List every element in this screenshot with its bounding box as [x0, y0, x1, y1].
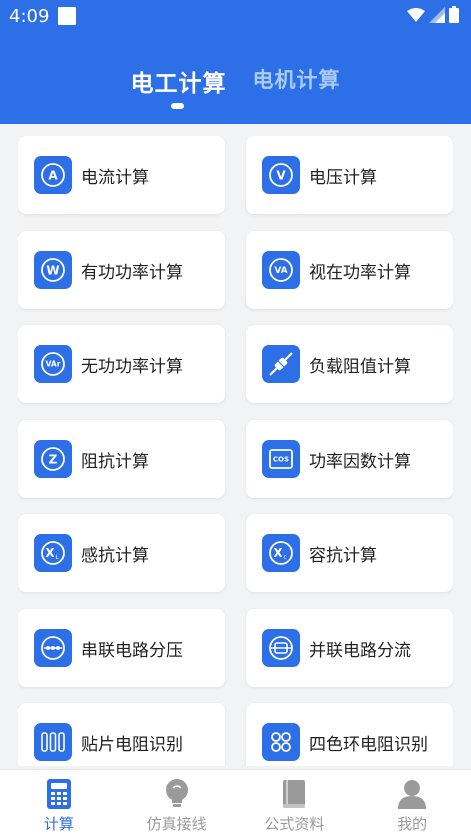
svg-text:W: W — [46, 263, 59, 277]
calc-card[interactable]: Z 阻抗计算 — [18, 420, 225, 498]
status-bar: 4:09 — [0, 0, 471, 34]
var-icon: VAr — [34, 345, 72, 383]
nav-label-simulation: 仿真接线 — [146, 815, 207, 833]
calc-card[interactable]: V 电压计算 — [246, 136, 453, 214]
calc-card-label: 阻抗计算 — [81, 451, 149, 472]
parallel-circuit-icon — [262, 629, 300, 667]
nav-label-calc: 计算 — [43, 815, 74, 833]
calc-card-label: 并联电路分流 — [309, 640, 411, 661]
nav-label-formulas: 公式资料 — [264, 815, 325, 833]
calc-card[interactable]: 四色环电阻识别 — [246, 703, 453, 766]
calc-card-label: 贴片电阻识别 — [81, 734, 183, 755]
smd-resistor-icon — [34, 723, 72, 761]
svg-text:VA: VA — [274, 266, 287, 276]
va-icon: VA — [262, 251, 300, 289]
calc-card-label: 电流计算 — [81, 167, 149, 188]
calc-card[interactable]: A 电流计算 — [18, 136, 225, 214]
svg-text:COS: COS — [273, 456, 289, 464]
battery-icon — [449, 6, 459, 23]
svg-text:L: L — [55, 554, 59, 561]
cos-icon: COS — [262, 440, 300, 478]
watt-w-icon: W — [34, 251, 72, 289]
status-icons — [407, 6, 459, 23]
user-icon — [398, 780, 427, 809]
tab-motor-calc[interactable]: 电机计算 — [253, 64, 341, 100]
svg-text:A: A — [48, 168, 58, 182]
app-header: 4:09 电工计算 电机计算 — [0, 0, 471, 124]
lightbulb-icon — [165, 779, 188, 807]
calc-card-label: 感抗计算 — [81, 545, 149, 566]
notification-icon — [58, 7, 76, 25]
nav-item-mine[interactable]: 我的 — [353, 770, 471, 839]
calc-card-label: 有功功率计算 — [81, 262, 183, 283]
nav-item-simulation[interactable]: 仿真接线 — [118, 770, 236, 839]
calc-card-label: 串联电路分压 — [81, 640, 183, 661]
calc-card[interactable]: VA 视在功率计算 — [246, 231, 453, 309]
calc-card[interactable]: 负载阻值计算 — [246, 325, 453, 403]
calc-card[interactable]: 串联电路分压 — [18, 609, 225, 687]
top-tabs: 电工计算 电机计算 — [0, 64, 471, 100]
xl-icon: XL — [34, 534, 72, 572]
resistor-icon — [262, 345, 300, 383]
calc-card-label: 视在功率计算 — [309, 262, 411, 283]
svg-text:V: V — [276, 168, 286, 182]
tab-indicator — [171, 103, 184, 109]
calc-card[interactable]: W 有功功率计算 — [18, 231, 225, 309]
voltmeter-v-icon: V — [262, 156, 300, 194]
calc-card-label: 电压计算 — [309, 167, 377, 188]
calculator-grid: A 电流计算 V 电压计算 W 有功功率计算 VA 视在功率计算 VAr 无功功率计算 负载阻值计算… — [18, 136, 453, 766]
color-ring-icon — [262, 723, 300, 761]
calc-card[interactable]: 贴片电阻识别 — [18, 703, 225, 766]
calc-card-label: 功率因数计算 — [309, 451, 411, 472]
book-icon — [283, 780, 306, 808]
calc-card[interactable]: 并联电路分流 — [246, 609, 453, 687]
svg-text:Z: Z — [49, 452, 58, 466]
svg-text:VAr: VAr — [46, 360, 61, 369]
ammeter-a-icon: A — [34, 156, 72, 194]
series-circuit-icon — [34, 629, 72, 667]
svg-text:X: X — [45, 546, 55, 560]
svg-text:X: X — [273, 546, 283, 560]
wifi-icon — [407, 7, 425, 22]
calc-card-label: 四色环电阻识别 — [309, 734, 428, 755]
calculator-icon — [46, 779, 71, 809]
calc-card[interactable]: COS 功率因数计算 — [246, 420, 453, 498]
impedance-z-icon: Z — [34, 440, 72, 478]
nav-item-formulas[interactable]: 公式资料 — [236, 770, 354, 839]
signal-icon — [429, 6, 445, 23]
calc-card[interactable]: VAr 无功功率计算 — [18, 325, 225, 403]
tab-electrical-calc[interactable]: 电工计算 — [131, 64, 227, 100]
nav-label-mine: 我的 — [397, 815, 428, 833]
nav-item-calc[interactable]: 计算 — [0, 770, 118, 839]
calc-card[interactable]: X L 感抗计算 — [18, 514, 225, 592]
calc-card-label: 容抗计算 — [309, 545, 377, 566]
svg-text:c: c — [283, 554, 286, 561]
xc-icon: Xc — [262, 534, 300, 572]
bottom-nav: 计算 仿真接线 公式资料 我的 — [0, 769, 471, 839]
calc-card[interactable]: Xc 容抗计算 — [246, 514, 453, 592]
status-time: 4:09 — [9, 6, 50, 27]
calc-card-label: 无功功率计算 — [81, 356, 183, 377]
calc-card-label: 负载阻值计算 — [309, 356, 411, 377]
